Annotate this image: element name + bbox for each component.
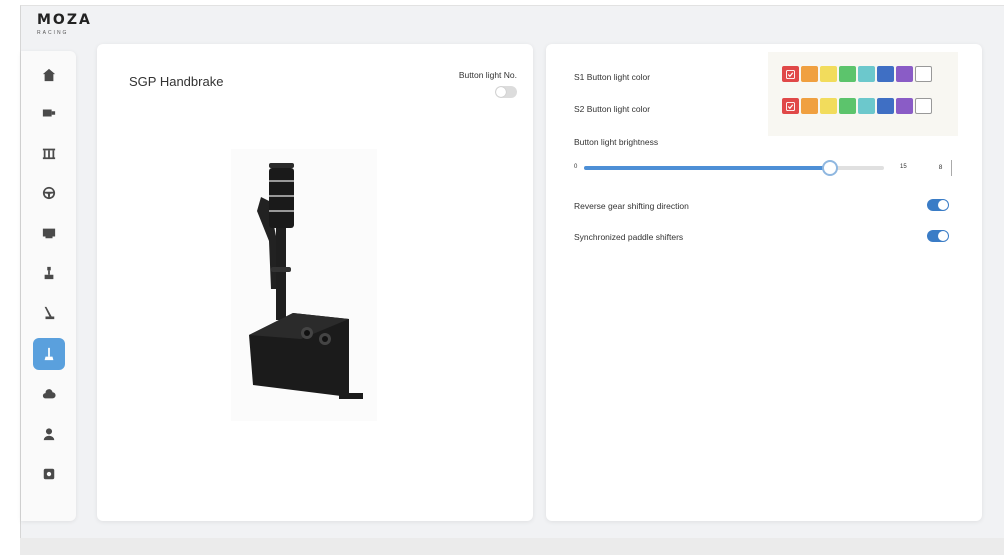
brightness-value-input[interactable]: 8	[930, 160, 952, 176]
shifter-icon	[44, 266, 54, 280]
cloud-icon	[42, 389, 56, 399]
button-light-label: Button light No.	[458, 70, 517, 80]
s2-swatch-6[interactable]	[877, 98, 894, 114]
brightness-max: 15	[900, 164, 907, 170]
sidebar	[21, 51, 76, 521]
steering-wheel-icon	[42, 186, 56, 200]
s1-swatch-6[interactable]	[877, 66, 894, 82]
brightness-slider[interactable]	[584, 160, 884, 176]
sidebar-item-dashboard[interactable]	[33, 217, 65, 249]
dashboard-icon	[42, 228, 56, 239]
handbrake-image-icon	[249, 163, 363, 399]
app-window: MOZA RACING SGP Handbrake Button light N…	[20, 5, 1004, 555]
sidebar-item-profile[interactable]	[33, 418, 65, 450]
moza-logo-subtitle: RACING	[37, 30, 69, 36]
s1-color-swatches	[782, 66, 932, 82]
handbrake-icon	[44, 306, 55, 320]
check-icon	[786, 69, 795, 79]
sync-paddle-label: Synchronized paddle shifters	[574, 232, 684, 242]
s1-swatch-1[interactable]	[782, 66, 799, 82]
sidebar-item-handbrake[interactable]	[33, 297, 65, 329]
sidebar-item-wheelbase[interactable]	[33, 97, 65, 129]
s2-color-label: S2 Button light color	[574, 104, 651, 114]
brightness-slider-thumb[interactable]	[822, 160, 838, 176]
brightness-slider-fill	[584, 166, 830, 170]
s1-swatch-4[interactable]	[839, 66, 856, 82]
product-image	[231, 149, 377, 421]
s2-swatch-4[interactable]	[839, 98, 856, 114]
s2-color-swatches	[782, 98, 932, 114]
reverse-gear-toggle[interactable]	[927, 199, 949, 211]
s2-swatch-5[interactable]	[858, 98, 875, 114]
sidebar-item-pedals[interactable]	[33, 137, 65, 169]
sequential-shifter-icon	[44, 347, 54, 361]
sidebar-item-cloud[interactable]	[33, 378, 65, 410]
s1-color-label: S1 Button light color	[574, 72, 651, 82]
sync-paddle-toggle[interactable]	[927, 230, 949, 242]
button-light-toggle[interactable]	[495, 86, 517, 98]
s1-swatch-5[interactable]	[858, 66, 875, 82]
brightness-label: Button light brightness	[574, 137, 659, 147]
check-icon	[786, 101, 795, 111]
settings-icon	[43, 468, 55, 480]
s1-swatch-7[interactable]	[896, 66, 913, 82]
sidebar-item-sequential-shifter[interactable]	[33, 338, 65, 370]
settings-panel: S1 Button light color S2 Button light co…	[546, 44, 982, 521]
profile-icon	[43, 428, 55, 441]
sidebar-item-shifter[interactable]	[33, 257, 65, 289]
sidebar-item-home[interactable]	[33, 59, 65, 91]
status-bar	[20, 538, 1004, 555]
reverse-gear-label: Reverse gear shifting direction	[574, 201, 689, 211]
s2-swatch-1[interactable]	[782, 98, 799, 114]
s2-swatch-8[interactable]	[915, 98, 932, 114]
pedals-icon	[42, 148, 56, 160]
s2-swatch-2[interactable]	[801, 98, 818, 114]
sidebar-item-steering-wheel[interactable]	[33, 177, 65, 209]
s1-swatch-2[interactable]	[801, 66, 818, 82]
sidebar-item-settings[interactable]	[33, 458, 65, 490]
s1-swatch-8[interactable]	[915, 66, 932, 82]
s1-swatch-3[interactable]	[820, 66, 837, 82]
color-palette-background	[768, 52, 958, 136]
moza-logo: MOZA	[37, 12, 92, 28]
wheelbase-icon	[42, 109, 56, 117]
product-title: SGP Handbrake	[129, 74, 224, 89]
s2-swatch-3[interactable]	[820, 98, 837, 114]
brightness-min: 0	[574, 164, 578, 170]
home-icon	[42, 68, 56, 82]
s2-swatch-7[interactable]	[896, 98, 913, 114]
product-panel: SGP Handbrake Button light No.	[97, 44, 533, 521]
